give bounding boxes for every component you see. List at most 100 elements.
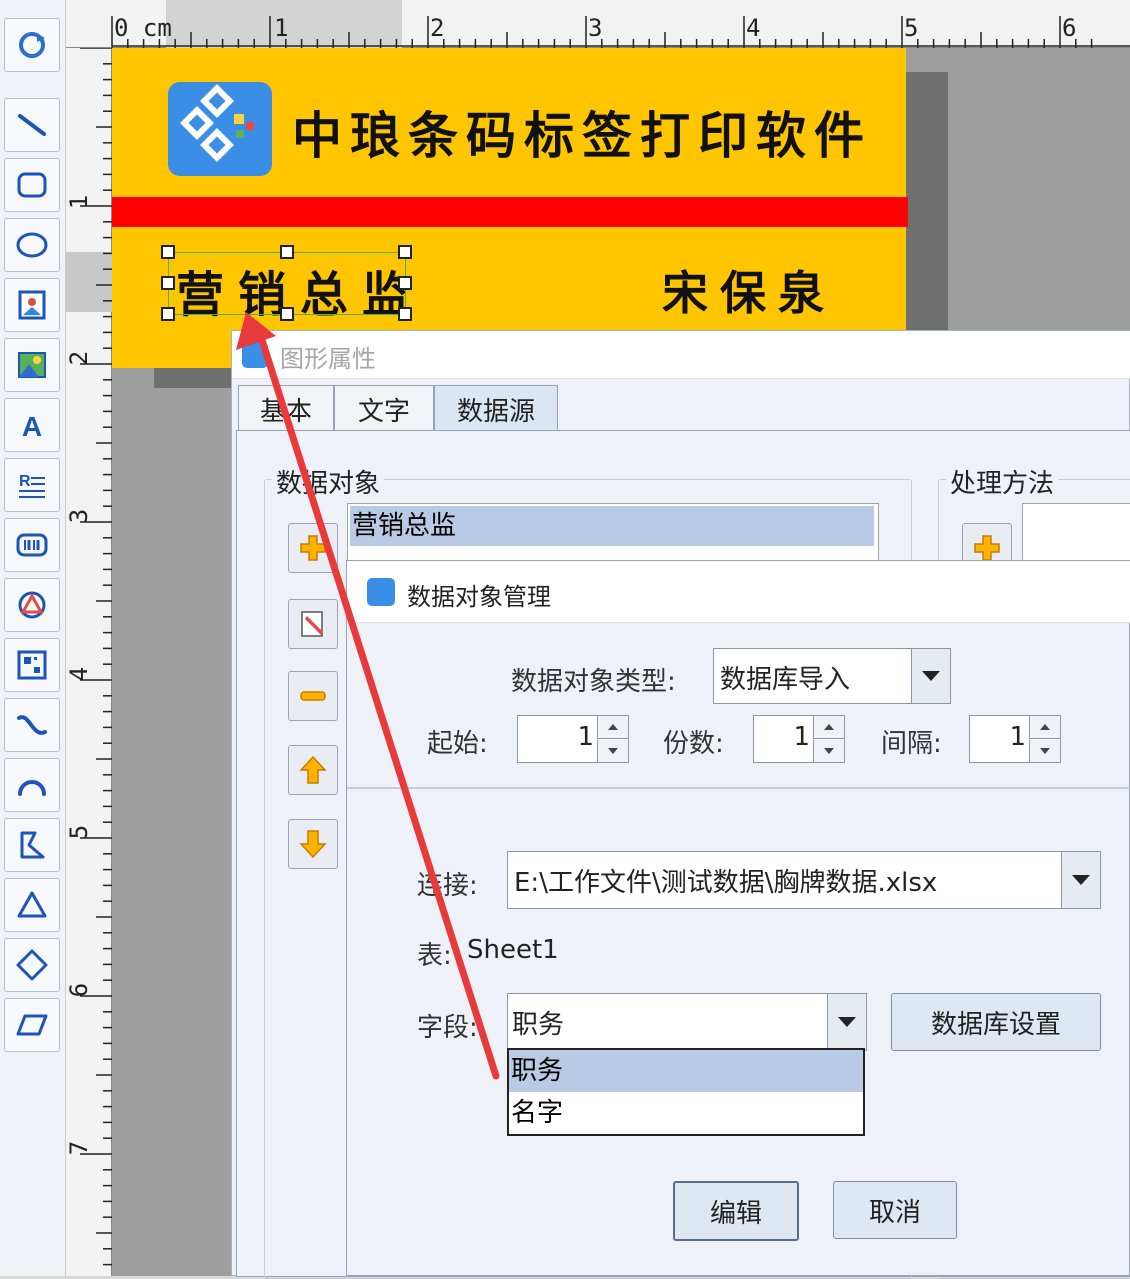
dialog-title: 图形属性 bbox=[280, 345, 376, 373]
connection-value: E:\工作文件\测试数据\胸牌数据.xlsx bbox=[514, 868, 938, 898]
image-tool-button[interactable] bbox=[4, 278, 60, 332]
image-icon bbox=[18, 290, 46, 320]
table-value: Sheet1 bbox=[467, 935, 559, 965]
spinner-up-icon[interactable] bbox=[1029, 716, 1060, 739]
rounded-rect-tool-button[interactable] bbox=[4, 158, 60, 212]
cancel-button[interactable]: 取消 bbox=[833, 1181, 957, 1239]
arrow-up-icon bbox=[299, 755, 327, 784]
curve-tool-button[interactable] bbox=[4, 698, 60, 752]
tab-text[interactable]: 文字 bbox=[334, 385, 434, 432]
section-divider bbox=[347, 787, 1130, 789]
dialog-titlebar[interactable]: 图形属性 bbox=[232, 331, 1130, 379]
ruler-h-4: 4 bbox=[746, 14, 761, 42]
start-spinner[interactable]: 1 bbox=[517, 715, 629, 763]
field-select[interactable]: 职务 bbox=[507, 993, 867, 1051]
diamond-icon bbox=[16, 949, 48, 981]
parallelogram-icon bbox=[16, 1014, 48, 1036]
polygon-icon bbox=[20, 831, 45, 859]
refresh-tool-button[interactable] bbox=[4, 18, 60, 72]
data-object-type-select[interactable]: 数据库导入 bbox=[713, 648, 951, 704]
ruler-h-1: 1 bbox=[274, 14, 289, 42]
data-object-list[interactable]: 营销总监 bbox=[347, 503, 879, 563]
shape-tool-button[interactable] bbox=[4, 578, 60, 632]
spinner-up-icon[interactable] bbox=[597, 716, 628, 739]
text-tool-button[interactable]: A bbox=[4, 398, 60, 452]
interval-value: 1 bbox=[1009, 722, 1026, 752]
ruler-v-5: 5 bbox=[65, 824, 94, 840]
dropdown-option-selected[interactable]: 职务 bbox=[509, 1050, 863, 1092]
chevron-down-icon[interactable] bbox=[911, 649, 950, 703]
remove-data-object-button[interactable] bbox=[288, 671, 338, 721]
spinner-down-icon[interactable] bbox=[597, 740, 628, 762]
connection-select[interactable]: E:\工作文件\测试数据\胸牌数据.xlsx bbox=[507, 851, 1101, 909]
ellipse-tool-button[interactable] bbox=[4, 218, 60, 272]
line-tool-button[interactable] bbox=[4, 98, 60, 152]
minus-icon bbox=[300, 691, 326, 701]
arc-icon bbox=[18, 780, 46, 796]
svg-text:A: A bbox=[22, 411, 42, 442]
edit-button[interactable]: 编辑 bbox=[673, 1181, 799, 1241]
horizontal-ruler: 0 cm 1 2 3 4 5 6 bbox=[66, 0, 1130, 48]
barcode-icon bbox=[16, 533, 48, 557]
field-dropdown-list[interactable]: 职务 名字 bbox=[507, 1048, 865, 1136]
selection-box[interactable] bbox=[161, 245, 412, 321]
parallelogram-tool-button[interactable] bbox=[4, 998, 60, 1052]
resize-handle-nw[interactable] bbox=[161, 245, 175, 259]
interval-spinner[interactable]: 1 bbox=[969, 715, 1061, 763]
chevron-down-icon[interactable] bbox=[827, 994, 866, 1050]
arc-tool-button[interactable] bbox=[4, 758, 60, 812]
copies-label: 份数: bbox=[663, 729, 724, 759]
qrcode-tool-button[interactable] bbox=[4, 638, 60, 692]
edit-data-object-button[interactable] bbox=[288, 599, 338, 649]
ruler-h-6: 6 bbox=[1062, 14, 1077, 42]
polygon-tool-button[interactable] bbox=[4, 818, 60, 872]
tab-basic[interactable]: 基本 bbox=[238, 385, 334, 432]
spinner-down-icon[interactable] bbox=[1029, 740, 1060, 762]
processing-list[interactable] bbox=[1022, 503, 1130, 563]
dropdown-option[interactable]: 名字 bbox=[509, 1092, 863, 1134]
label-title-text[interactable]: 中琅条码标签打印软件 bbox=[292, 96, 872, 168]
ruler-v-4: 4 bbox=[65, 666, 94, 682]
label-name-text[interactable]: 宋保泉 bbox=[662, 257, 836, 323]
spinner-down-icon[interactable] bbox=[813, 740, 844, 762]
rich-text-tool-button[interactable]: R bbox=[4, 458, 60, 512]
tab-datasource[interactable]: 数据源 bbox=[434, 385, 558, 432]
tool-palette: A R bbox=[0, 0, 66, 1276]
resize-handle-sw[interactable] bbox=[161, 307, 175, 321]
resize-handle-se[interactable] bbox=[398, 307, 412, 321]
ruler-h-3: 3 bbox=[588, 14, 603, 42]
chevron-down-icon[interactable] bbox=[1061, 852, 1100, 908]
add-data-object-button[interactable] bbox=[288, 523, 338, 573]
arrow-down-icon bbox=[299, 830, 327, 859]
triangle-tool-button[interactable] bbox=[4, 878, 60, 932]
data-object-item[interactable]: 营销总监 bbox=[350, 506, 874, 546]
ruler-unit: 0 cm bbox=[114, 14, 172, 42]
picture-tool-button[interactable] bbox=[4, 338, 60, 392]
resize-handle-w[interactable] bbox=[161, 276, 175, 290]
diamond-tool-button[interactable] bbox=[4, 938, 60, 992]
barcode-tool-button[interactable] bbox=[4, 518, 60, 572]
start-value: 1 bbox=[577, 722, 594, 752]
ruler-v-3: 3 bbox=[65, 508, 94, 524]
spinner-up-icon[interactable] bbox=[813, 716, 844, 739]
database-settings-button[interactable]: 数据库设置 bbox=[891, 993, 1101, 1051]
resize-handle-n[interactable] bbox=[280, 245, 294, 259]
start-label: 起始: bbox=[427, 729, 488, 759]
app-icon bbox=[242, 342, 268, 368]
resize-handle-ne[interactable] bbox=[398, 245, 412, 259]
dialog-titlebar[interactable]: 数据对象管理 bbox=[347, 561, 1130, 623]
triangle-icon bbox=[17, 891, 47, 918]
resize-handle-e[interactable] bbox=[398, 276, 412, 290]
move-down-button[interactable] bbox=[288, 819, 338, 869]
processing-group-label: 处理方法 bbox=[946, 463, 1059, 500]
qrcode-icon bbox=[17, 650, 47, 680]
resize-handle-s[interactable] bbox=[280, 307, 294, 321]
app-icon bbox=[367, 578, 395, 606]
copies-spinner[interactable]: 1 bbox=[753, 715, 845, 763]
field-value: 职务 bbox=[512, 1010, 565, 1040]
data-object-type-value: 数据库导入 bbox=[720, 665, 851, 695]
label-red-bar[interactable] bbox=[112, 197, 908, 227]
move-up-button[interactable] bbox=[288, 745, 338, 795]
edit-icon bbox=[301, 611, 323, 637]
connection-label: 连接: bbox=[417, 871, 478, 901]
